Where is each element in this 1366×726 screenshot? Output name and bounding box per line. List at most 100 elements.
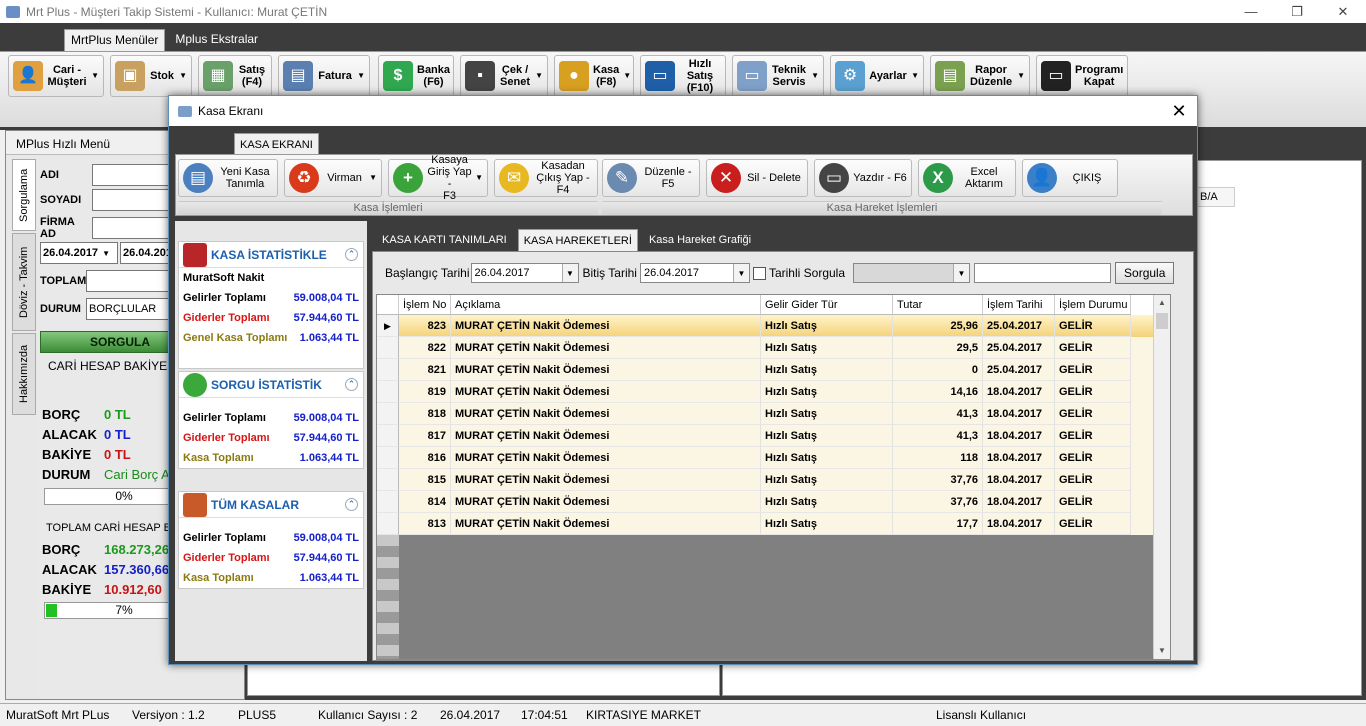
ribbon-button-9[interactable]: ⚙ Ayarlar ▼ (830, 55, 924, 97)
field-adi: ADI (40, 164, 172, 186)
dialog-button-label: Yazdır - F6 (853, 172, 907, 184)
chevron-down-icon: ▼ (369, 173, 377, 182)
table-row[interactable]: 817 MURAT ÇETİN Nakit Ödemesi Hızlı Satış 4… (377, 425, 1170, 447)
adi-input[interactable] (92, 164, 172, 186)
start-date-picker[interactable]: 26.04.2017 ▼ (470, 263, 579, 283)
durum-select[interactable]: BORÇLULAR (86, 298, 172, 320)
column-header-1[interactable]: Açıklama (451, 295, 761, 315)
column-header-5[interactable]: İşlem Durumu (1055, 295, 1131, 315)
kasa-select[interactable]: ▼ (853, 263, 971, 283)
ribbon-button-2[interactable]: ▦ Satış (F4) (198, 55, 272, 97)
row-header[interactable] (377, 337, 399, 359)
plus-icon: + (393, 163, 423, 193)
ribbon-button-11[interactable]: ▭ Programı Kapat (1036, 55, 1128, 97)
label-soyadi: SOYADI (40, 194, 82, 206)
firma-input[interactable] (92, 217, 172, 239)
table-row[interactable]: 815 MURAT ÇETİN Nakit Ödemesi Hızlı Satış 3… (377, 469, 1170, 491)
maximize-button[interactable]: ❐ (1274, 0, 1320, 23)
group-label-kasa-islemleri: Kasa İşlemleri (178, 201, 598, 215)
toplam-alacak-value: 157.360,66 (104, 562, 170, 577)
row-header[interactable]: ▶ (377, 315, 399, 337)
column-header-4[interactable]: İşlem Tarihi (983, 295, 1055, 315)
ribbon-button-4[interactable]: $ Banka (F6) (378, 55, 454, 97)
row-header[interactable] (377, 469, 399, 491)
minimize-button[interactable]: — (1228, 0, 1274, 23)
sorgu-gelir-label: Gelirler Toplamı (183, 412, 266, 424)
soyadi-input[interactable] (92, 189, 172, 211)
table-row[interactable]: 821 MURAT ÇETİN Nakit Ödemesi Hızlı Satış 0… (377, 359, 1170, 381)
ribbon-button-3[interactable]: ▤ Fatura ▼ (278, 55, 370, 97)
chevron-up-icon[interactable]: ⌃ (345, 248, 358, 261)
ribbon-button-5[interactable]: ▪ Çek / Senet ▼ (460, 55, 548, 97)
dialog-button-7[interactable]: X Excel Aktarım (918, 159, 1016, 197)
row-header[interactable] (377, 447, 399, 469)
vtab-doviz-takvim[interactable]: Döviz - Takvim (12, 233, 36, 331)
ribbon-button-6[interactable]: ● Kasa (F8) ▼ (554, 55, 634, 97)
tab-kasa-ekrani[interactable]: KASA EKRANI (234, 133, 319, 155)
scroll-down-icon[interactable]: ▼ (1154, 643, 1170, 659)
table-row[interactable]: 813 MURAT ÇETİN Nakit Ödemesi Hızlı Satış 1… (377, 513, 1170, 535)
row-header[interactable] (377, 491, 399, 513)
ribbon-button-label: Fatura (318, 70, 352, 82)
table-cell: GELİR (1055, 381, 1131, 403)
vtab-sorgulama[interactable]: Sorgulama (12, 159, 36, 231)
dialog-button-4[interactable]: ✎ Düzenle - F5 (602, 159, 700, 197)
toplam-input[interactable] (86, 270, 172, 292)
table-cell: 18.04.2017 (983, 513, 1055, 535)
table-row[interactable]: 822 MURAT ÇETİN Nakit Ödemesi Hızlı Satış 2… (377, 337, 1170, 359)
tum-gelir-label: Gelirler Toplamı (183, 532, 266, 544)
tab-mplus-ekstralar[interactable]: Mplus Ekstralar (169, 29, 264, 51)
progress-text-cari: 0% (115, 489, 133, 503)
dialog-button-6[interactable]: ▭ Yazdır - F6 (814, 159, 912, 197)
table-row[interactable]: ▶ 823 MURAT ÇETİN Nakit Ödemesi Hızlı Satış… (377, 315, 1170, 337)
search-input[interactable] (974, 263, 1112, 283)
row-header[interactable] (377, 425, 399, 447)
chevron-up-icon[interactable]: ⌃ (345, 378, 358, 391)
row-header[interactable] (377, 513, 399, 535)
scroll-up-icon[interactable]: ▲ (1154, 295, 1170, 311)
column-header-0[interactable]: İşlem No (399, 295, 451, 315)
inner-tabs: KASA KARTI TANIMLARI KASA HAREKETLERİ Ka… (377, 229, 762, 251)
row-header[interactable] (377, 403, 399, 425)
ribbon-button-8[interactable]: ▭ Teknik Servis ▼ (732, 55, 824, 97)
close-button[interactable]: ✕ (1320, 0, 1366, 23)
column-header-3[interactable]: Tutar (893, 295, 983, 315)
row-header[interactable] (377, 381, 399, 403)
tab-kasa-karti-tanimlari[interactable]: KASA KARTI TANIMLARI (377, 229, 512, 251)
table-cell: 821 (399, 359, 451, 381)
calculator-icon: ▦ (203, 61, 233, 91)
grid-vertical-scrollbar[interactable]: ▲ ▼ (1153, 295, 1170, 659)
dialog-button-5[interactable]: ✕ Sil - Delete (706, 159, 808, 197)
dialog-button-0[interactable]: ▤ Yeni Kasa Tanımla (178, 159, 278, 197)
scroll-thumb[interactable] (1156, 313, 1168, 329)
sorgula-filter-button[interactable]: Sorgula (1115, 262, 1175, 284)
field-durum: DURUM BORÇLULAR (40, 298, 172, 320)
dialog-button-2[interactable]: + Kasaya Giriş Yap - F3 ▼ (388, 154, 488, 202)
row-header[interactable] (377, 359, 399, 381)
vtab-hakkimizda[interactable]: Hakkımızda (12, 333, 36, 415)
end-date-picker[interactable]: 26.04.2017 ▼ (639, 263, 750, 283)
date-from-picker[interactable]: 26.04.2017 ▼ (40, 242, 118, 264)
table-row[interactable]: 816 MURAT ÇETİN Nakit Ödemesi Hızlı Satış 1… (377, 447, 1170, 469)
column-header-2[interactable]: Gelir Gider Tür (761, 295, 893, 315)
ribbon-button-10[interactable]: ▤ Rapor Düzenle ▼ (930, 55, 1030, 97)
table-row[interactable]: 819 MURAT ÇETİN Nakit Ödemesi Hızlı Satış 1… (377, 381, 1170, 403)
ribbon-button-1[interactable]: ▣ Stok ▼ (110, 55, 192, 97)
chevron-up-icon[interactable]: ⌃ (345, 498, 358, 511)
tarihli-sorgula-label: Tarihli Sorgula (768, 266, 846, 280)
tab-mrtplus-menuler[interactable]: MrtPlus Menüler (64, 29, 166, 51)
tab-kasa-hareket-grafigi[interactable]: Kasa Hareket Grafiği (644, 229, 756, 251)
table-cell: 25.04.2017 (983, 315, 1055, 337)
dialog-close-button[interactable]: ✕ (1167, 99, 1191, 123)
table-row[interactable]: 814 MURAT ÇETİN Nakit Ödemesi Hızlı Satış 3… (377, 491, 1170, 513)
dialog-button-8[interactable]: 👤 ÇIKIŞ (1022, 159, 1118, 197)
sorgu-kasa-row: Kasa Toplamı 1.063,44 TL (179, 448, 363, 468)
dialog-button-1[interactable]: ♻ Virman ▼ (284, 159, 382, 197)
ribbon-button-0[interactable]: 👤 Cari - Müşteri ▼ (8, 55, 104, 97)
tab-kasa-hareketleri[interactable]: KASA HAREKETLERİ (517, 229, 638, 251)
table-row[interactable]: 818 MURAT ÇETİN Nakit Ödemesi Hızlı Satış 4… (377, 403, 1170, 425)
dialog-button-3[interactable]: ✉ Kasadan Çıkış Yap - F4 (494, 159, 598, 197)
tarihli-sorgula-checkbox[interactable] (752, 266, 766, 280)
ribbon-button-7[interactable]: ▭ Hızlı Satış (F10) (640, 55, 726, 97)
toplam-cari-label: TOPLAM CARİ HESAP BA (46, 522, 179, 534)
